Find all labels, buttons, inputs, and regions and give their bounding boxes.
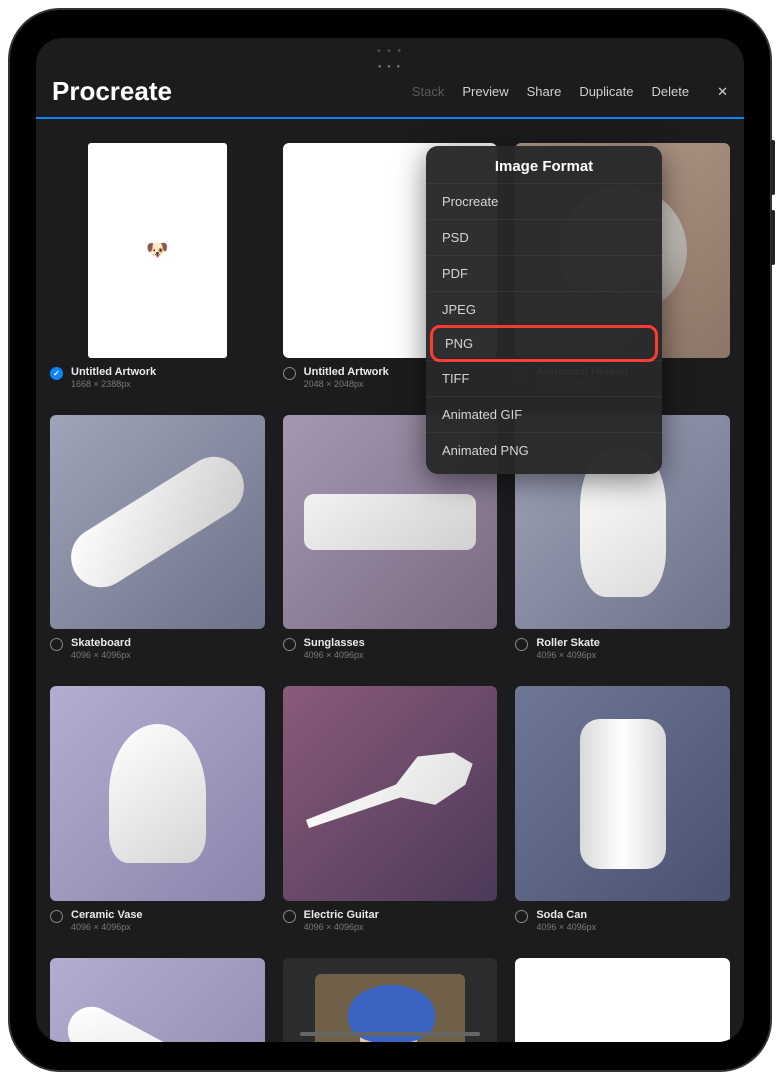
format-option-procreate[interactable]: Procreate: [426, 183, 662, 219]
artwork-card[interactable]: Skateboard 4096 × 4096px: [50, 415, 265, 661]
artwork-thumb[interactable]: [283, 686, 498, 901]
preview-button[interactable]: Preview: [462, 84, 508, 99]
artwork-card[interactable]: 🐶 Untitled Artwork 1668 × 2388px: [50, 143, 265, 389]
select-radio[interactable]: [515, 638, 528, 651]
window-handle-icon: ● ● ●: [378, 64, 402, 70]
format-option-animated-png[interactable]: Animated PNG: [426, 432, 662, 468]
artwork-thumb[interactable]: [50, 958, 265, 1042]
artwork-title: Soda Can: [536, 909, 596, 921]
home-indicator[interactable]: [300, 1032, 480, 1036]
artwork-thumb[interactable]: 🐶: [50, 143, 265, 358]
artwork-card[interactable]: Untitled Artwork 2048 × 2048px: [515, 958, 730, 1042]
duplicate-button[interactable]: Duplicate: [579, 84, 633, 99]
screen: • • • ● ● ● Procreate Stack Preview Shar…: [36, 38, 744, 1042]
select-radio[interactable]: [515, 910, 528, 923]
artwork-dims: 1668 × 2388px: [71, 379, 156, 389]
artwork-thumb[interactable]: [515, 686, 730, 901]
artwork-card[interactable]: Electric Guitar 4096 × 4096px: [283, 686, 498, 932]
artwork-title: Untitled Artwork: [71, 366, 156, 378]
artwork-dims: 4096 × 4096px: [304, 922, 379, 932]
artwork-title: Electric Guitar: [304, 909, 379, 921]
share-button[interactable]: Share: [527, 84, 562, 99]
app-title: Procreate: [52, 76, 172, 107]
artwork-card[interactable]: Soda Can 4096 × 4096px: [515, 686, 730, 932]
artwork-card[interactable]: Ceramic Vase 4096 × 4096px: [50, 686, 265, 932]
select-radio[interactable]: [50, 910, 63, 923]
format-option-png[interactable]: PNG: [430, 325, 658, 362]
format-option-pdf[interactable]: PDF: [426, 255, 662, 291]
artwork-thumb[interactable]: [50, 415, 265, 630]
artwork-title: Skateboard: [71, 637, 131, 649]
artwork-thumb[interactable]: [515, 958, 730, 1042]
device-frame: • • • ● ● ● Procreate Stack Preview Shar…: [10, 10, 770, 1070]
delete-button[interactable]: Delete: [652, 84, 690, 99]
select-radio[interactable]: [50, 367, 63, 380]
stack-button: Stack: [412, 84, 445, 99]
sketch-icon: 🐶: [146, 240, 168, 261]
artwork-dims: 4096 × 4096px: [71, 922, 143, 932]
artwork-card[interactable]: Untitled Artwork 2048 × 2048px: [283, 958, 498, 1042]
artwork-dims: 4096 × 4096px: [304, 650, 365, 660]
artwork-title: Untitled Artwork: [304, 366, 389, 378]
camera-dot-icon: • • •: [377, 46, 403, 57]
format-option-animated-gif[interactable]: Animated GIF: [426, 396, 662, 432]
format-option-psd[interactable]: PSD: [426, 219, 662, 255]
format-option-tiff[interactable]: TIFF: [426, 360, 662, 396]
artwork-card[interactable]: Surfboard 4096 × 4096px: [50, 958, 265, 1042]
format-option-jpeg[interactable]: JPEG: [426, 291, 662, 327]
artwork-thumb[interactable]: [283, 958, 498, 1042]
toolbar: Stack Preview Share Duplicate Delete ✕: [412, 84, 728, 100]
artwork-title: Sunglasses: [304, 637, 365, 649]
close-icon[interactable]: ✕: [717, 84, 728, 100]
artwork-dims: 4096 × 4096px: [71, 650, 131, 660]
image-format-popover: Image Format Procreate PSD PDF JPEG PNG …: [426, 146, 662, 474]
select-radio[interactable]: [283, 638, 296, 651]
select-radio[interactable]: [283, 367, 296, 380]
artwork-dims: 2048 × 2048px: [304, 379, 389, 389]
hardware-side-buttons: [771, 140, 775, 280]
artwork-dims: 4096 × 4096px: [536, 922, 596, 932]
artwork-title: Roller Skate: [536, 637, 600, 649]
artwork-thumb[interactable]: [50, 686, 265, 901]
select-radio[interactable]: [50, 638, 63, 651]
popover-heading: Image Format: [426, 158, 662, 183]
artwork-dims: 4096 × 4096px: [536, 650, 600, 660]
select-radio[interactable]: [283, 910, 296, 923]
artwork-title: Ceramic Vase: [71, 909, 143, 921]
